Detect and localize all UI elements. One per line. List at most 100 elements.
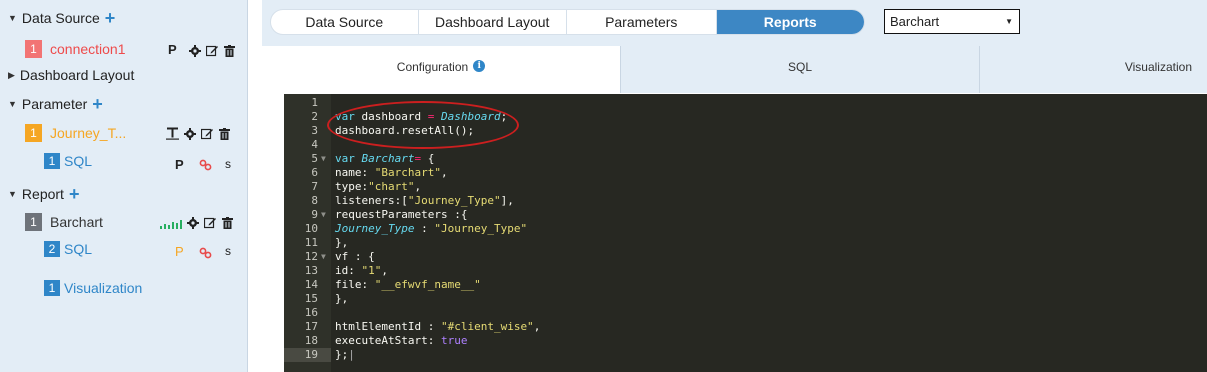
- section-data-source[interactable]: ▼ Data Source +: [8, 9, 116, 27]
- code-line: requestParameters :{: [335, 208, 468, 221]
- subtab-visualization[interactable]: Visualization: [980, 46, 1207, 93]
- fold-arrow-icon[interactable]: ▼: [321, 208, 326, 222]
- gear-icon[interactable]: [184, 127, 196, 140]
- code-line: },: [335, 292, 349, 305]
- section-label: Parameter: [21, 96, 88, 112]
- caret-right-icon[interactable]: ▶: [8, 70, 15, 81]
- connection-item[interactable]: 1 connection1: [25, 40, 126, 58]
- code-line: Journey_Type : "Journey_Type": [335, 222, 528, 235]
- link-icon[interactable]: [199, 247, 212, 259]
- highlight-annotation-oval: [327, 101, 519, 149]
- trash-icon[interactable]: [224, 44, 235, 57]
- bar-chart-icon[interactable]: [160, 217, 182, 229]
- parameter-sql-badge: 1: [44, 153, 60, 169]
- caret-down-icon[interactable]: ▼: [8, 189, 17, 199]
- line-number: 4: [311, 138, 318, 151]
- gear-icon[interactable]: [189, 44, 201, 57]
- parameter-sql-p-button[interactable]: P: [175, 157, 184, 172]
- trash-icon[interactable]: [219, 127, 230, 140]
- fold-arrow-icon[interactable]: ▼: [321, 152, 326, 166]
- code-line: executeAtStart: true: [335, 334, 468, 347]
- line-number: 2: [311, 110, 318, 123]
- code-line: listeners:["Journey_Type"],: [335, 194, 514, 207]
- report-visualization-label[interactable]: Visualization: [64, 280, 142, 296]
- section-label: Report: [21, 186, 64, 202]
- fold-arrow-icon[interactable]: ▼: [321, 250, 326, 264]
- line-number: 18: [304, 334, 318, 347]
- line-number: 13: [304, 264, 318, 277]
- report-select[interactable]: Barchart ▼: [884, 9, 1020, 34]
- caret-down-icon[interactable]: ▼: [8, 13, 17, 23]
- report-tools: [160, 216, 233, 229]
- code-line: type:"chart",: [335, 180, 422, 193]
- dropdown-arrow-icon: ▼: [1005, 17, 1013, 26]
- section-label: Dashboard Layout: [19, 67, 135, 83]
- report-sql-p-button[interactable]: P: [175, 244, 184, 259]
- tab-parameters[interactable]: Parameters: [567, 10, 717, 34]
- connection-badge: 1: [25, 40, 42, 58]
- code-line: };|: [335, 348, 355, 361]
- report-select-value: Barchart: [890, 14, 940, 29]
- line-number: 15: [304, 292, 318, 305]
- code-line: id: "1",: [335, 264, 388, 277]
- section-parameter[interactable]: ▼ Parameter +: [8, 95, 103, 113]
- edit-icon[interactable]: [206, 44, 219, 57]
- code-line: htmlElementId : "#client_wise",: [335, 320, 541, 333]
- info-icon[interactable]: i: [473, 60, 486, 72]
- edit-icon[interactable]: [204, 216, 217, 229]
- code-line: name: "Barchart",: [335, 166, 448, 179]
- section-dashboard-layout[interactable]: ▶ Dashboard Layout: [8, 67, 134, 83]
- connection-properties-button[interactable]: P: [168, 42, 177, 57]
- link-icon[interactable]: [199, 159, 212, 171]
- subtab-label: Configuration: [396, 60, 469, 74]
- parameter-badge: 1: [25, 124, 42, 142]
- line-number: 3: [311, 124, 318, 137]
- line-number: 1: [311, 96, 318, 109]
- section-report[interactable]: ▼ Report +: [8, 185, 80, 203]
- code-line: },: [335, 236, 349, 249]
- report-sql-s-button[interactable]: s: [225, 244, 231, 258]
- subtab-configuration[interactable]: Configuration i: [262, 46, 621, 93]
- subtab-sql[interactable]: SQL: [621, 46, 980, 93]
- connection-tools: [189, 44, 235, 57]
- line-number: 16: [304, 306, 318, 319]
- report-item[interactable]: 1 Barchart: [25, 213, 103, 231]
- caret-down-icon[interactable]: ▼: [8, 99, 17, 109]
- add-parameter-icon[interactable]: +: [92, 95, 103, 113]
- code-line: var Barchart= {: [335, 152, 435, 165]
- report-visualization-badge: 1: [44, 280, 60, 296]
- line-number: 10: [304, 222, 318, 235]
- line-number: 5: [311, 152, 318, 165]
- report-visualization-item[interactable]: 1 Visualization: [44, 280, 142, 296]
- report-sql-label[interactable]: SQL: [64, 241, 92, 257]
- top-tabs: Data Source Dashboard Layout Parameters …: [270, 9, 865, 35]
- tab-data-source[interactable]: Data Source: [271, 10, 419, 34]
- parameter-sql-s-button[interactable]: s: [225, 157, 231, 171]
- line-number: 17: [304, 320, 318, 333]
- code-line: vf : {: [335, 250, 375, 263]
- line-number: 7: [311, 180, 318, 193]
- line-number: 8: [311, 194, 318, 207]
- connection-label[interactable]: connection1: [50, 41, 126, 57]
- parameter-label[interactable]: Journey_T...: [50, 125, 126, 141]
- tab-reports[interactable]: Reports: [716, 10, 864, 34]
- line-number: 6: [311, 166, 318, 179]
- add-data-source-icon[interactable]: +: [105, 9, 116, 27]
- section-label: Data Source: [21, 10, 100, 26]
- code-line: file: "__efwvf_name__": [335, 278, 481, 291]
- text-type-icon[interactable]: [166, 127, 179, 140]
- parameter-sql-label[interactable]: SQL: [64, 153, 92, 169]
- gear-icon[interactable]: [187, 216, 199, 229]
- parameter-sql-item[interactable]: 1 SQL: [44, 153, 92, 169]
- line-gutter: 1 2 3 4 5 6 7 8 9 10 11 12 13 14 15 16 1…: [284, 94, 331, 372]
- subtab-label: Visualization: [1124, 60, 1192, 74]
- report-sql-item[interactable]: 2 SQL: [44, 241, 92, 257]
- report-sql-badge: 2: [44, 241, 60, 257]
- trash-icon[interactable]: [222, 216, 233, 229]
- line-number: 11: [304, 236, 318, 249]
- add-report-icon[interactable]: +: [69, 185, 80, 203]
- parameter-item[interactable]: 1 Journey_T...: [25, 124, 126, 142]
- edit-icon[interactable]: [201, 127, 214, 140]
- report-label[interactable]: Barchart: [50, 214, 103, 230]
- tab-dashboard-layout[interactable]: Dashboard Layout: [419, 10, 567, 34]
